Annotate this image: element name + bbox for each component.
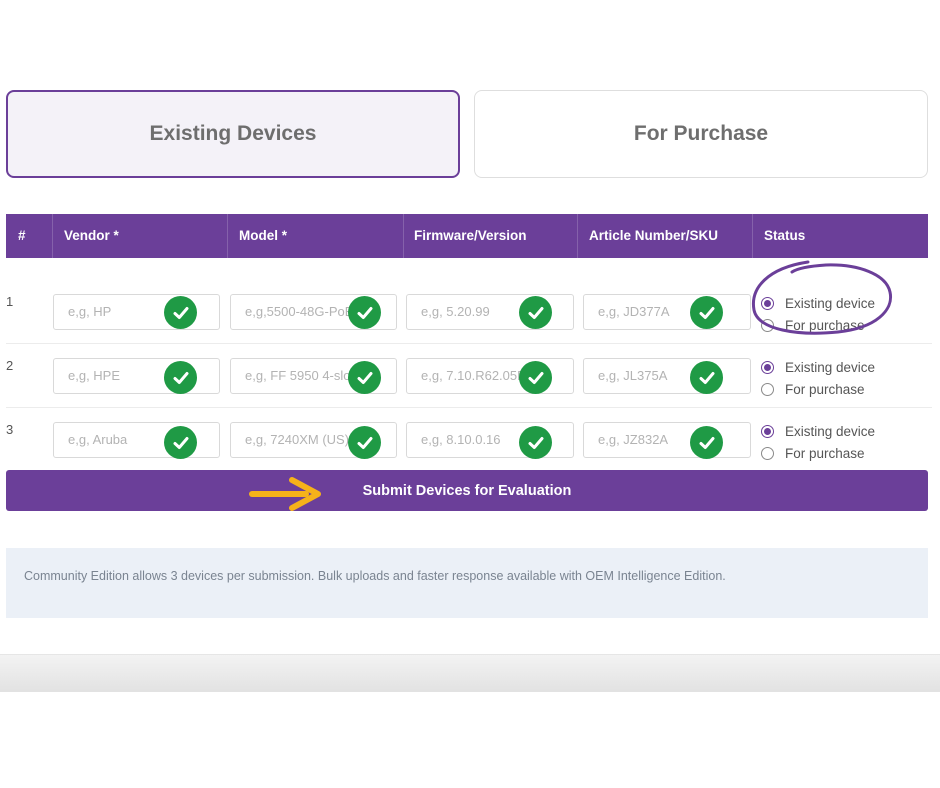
check-circle-icon <box>164 426 197 459</box>
firmware-placeholder: e,g, 5.20.99 <box>421 304 490 319</box>
arrow-right-icon <box>249 477 321 511</box>
radio-label: Existing device <box>785 423 876 439</box>
sku-placeholder: e,g, JD377A <box>598 304 670 319</box>
radio-existing-device[interactable]: Existing device <box>761 420 875 442</box>
tab-for-purchase[interactable]: For Purchase <box>474 90 928 178</box>
radio-circle[interactable] <box>761 446 774 460</box>
vendor-placeholder: e,g, HPE <box>68 368 121 383</box>
check-circle-icon <box>519 361 552 394</box>
radio-circle[interactable] <box>761 424 774 438</box>
header-sku: Article Number/SKU <box>589 228 719 243</box>
model-placeholder: e,g,5500-48G-PoE+ <box>245 304 361 319</box>
check-circle-icon <box>164 361 197 394</box>
header-vendor: Vendor * <box>64 228 119 243</box>
sku-input[interactable]: e,g, JD377A <box>583 294 751 330</box>
highlight-circle-annotation <box>751 260 893 335</box>
table-row: 3 e,g, Aruba e,g, 7240XM (US) e,g, 8.10.… <box>6 408 932 472</box>
radio-for-purchase[interactable]: For purchase <box>761 378 875 400</box>
check-circle-icon <box>348 426 381 459</box>
tab-existing-devices[interactable]: Existing Devices <box>6 90 460 178</box>
header-firmware: Firmware/Version <box>414 228 527 243</box>
check-circle-icon <box>690 296 723 329</box>
firmware-placeholder: e,g, 7.10.R62.05P <box>421 368 526 383</box>
check-circle-icon <box>690 426 723 459</box>
radio-label: For purchase <box>785 445 865 461</box>
info-banner: Community Edition allows 3 devices per s… <box>6 548 928 618</box>
radio-for-purchase[interactable]: For purchase <box>761 442 875 464</box>
check-circle-icon <box>519 426 552 459</box>
status-radio-group: Existing device For purchase <box>761 420 875 464</box>
vendor-placeholder: e,g, Aruba <box>68 432 128 447</box>
check-circle-icon <box>348 361 381 394</box>
radio-existing-device[interactable]: Existing device <box>761 356 875 378</box>
firmware-placeholder: e,g, 8.10.0.16 <box>421 432 501 447</box>
model-placeholder: e,g, 7240XM (US) <box>245 432 350 447</box>
vendor-placeholder: e,g, HP <box>68 304 112 319</box>
table-row: 2 e,g, HPE e,g, FF 5950 4-slot e,g, 7.10… <box>6 344 932 408</box>
radio-label: For purchase <box>785 381 865 397</box>
row-number: 1 <box>6 294 14 309</box>
header-model: Model * <box>239 228 288 243</box>
header-num: # <box>18 228 26 243</box>
radio-label: Existing device <box>785 359 876 375</box>
check-circle-icon <box>519 296 552 329</box>
header-status: Status <box>764 228 806 243</box>
radio-circle[interactable] <box>761 360 774 374</box>
sku-input[interactable]: e,g, JZ832A <box>583 422 751 458</box>
row-number: 3 <box>6 422 14 437</box>
radio-circle[interactable] <box>761 382 774 396</box>
sku-input[interactable]: e,g, JL375A <box>583 358 751 394</box>
check-circle-icon <box>164 296 197 329</box>
footer-bar <box>0 654 940 692</box>
sku-placeholder: e,g, JZ832A <box>598 432 669 447</box>
model-placeholder: e,g, FF 5950 4-slot <box>245 368 355 383</box>
table-header: # Vendor * Model * Firmware/Version Arti… <box>6 214 928 258</box>
submit-devices-button[interactable]: Submit Devices for Evaluation <box>6 470 928 511</box>
sku-placeholder: e,g, JL375A <box>598 368 668 383</box>
info-text: Community Edition allows 3 devices per s… <box>24 569 726 583</box>
status-radio-group: Existing device For purchase <box>761 356 875 400</box>
check-circle-icon <box>690 361 723 394</box>
row-number: 2 <box>6 358 14 373</box>
check-circle-icon <box>348 296 381 329</box>
